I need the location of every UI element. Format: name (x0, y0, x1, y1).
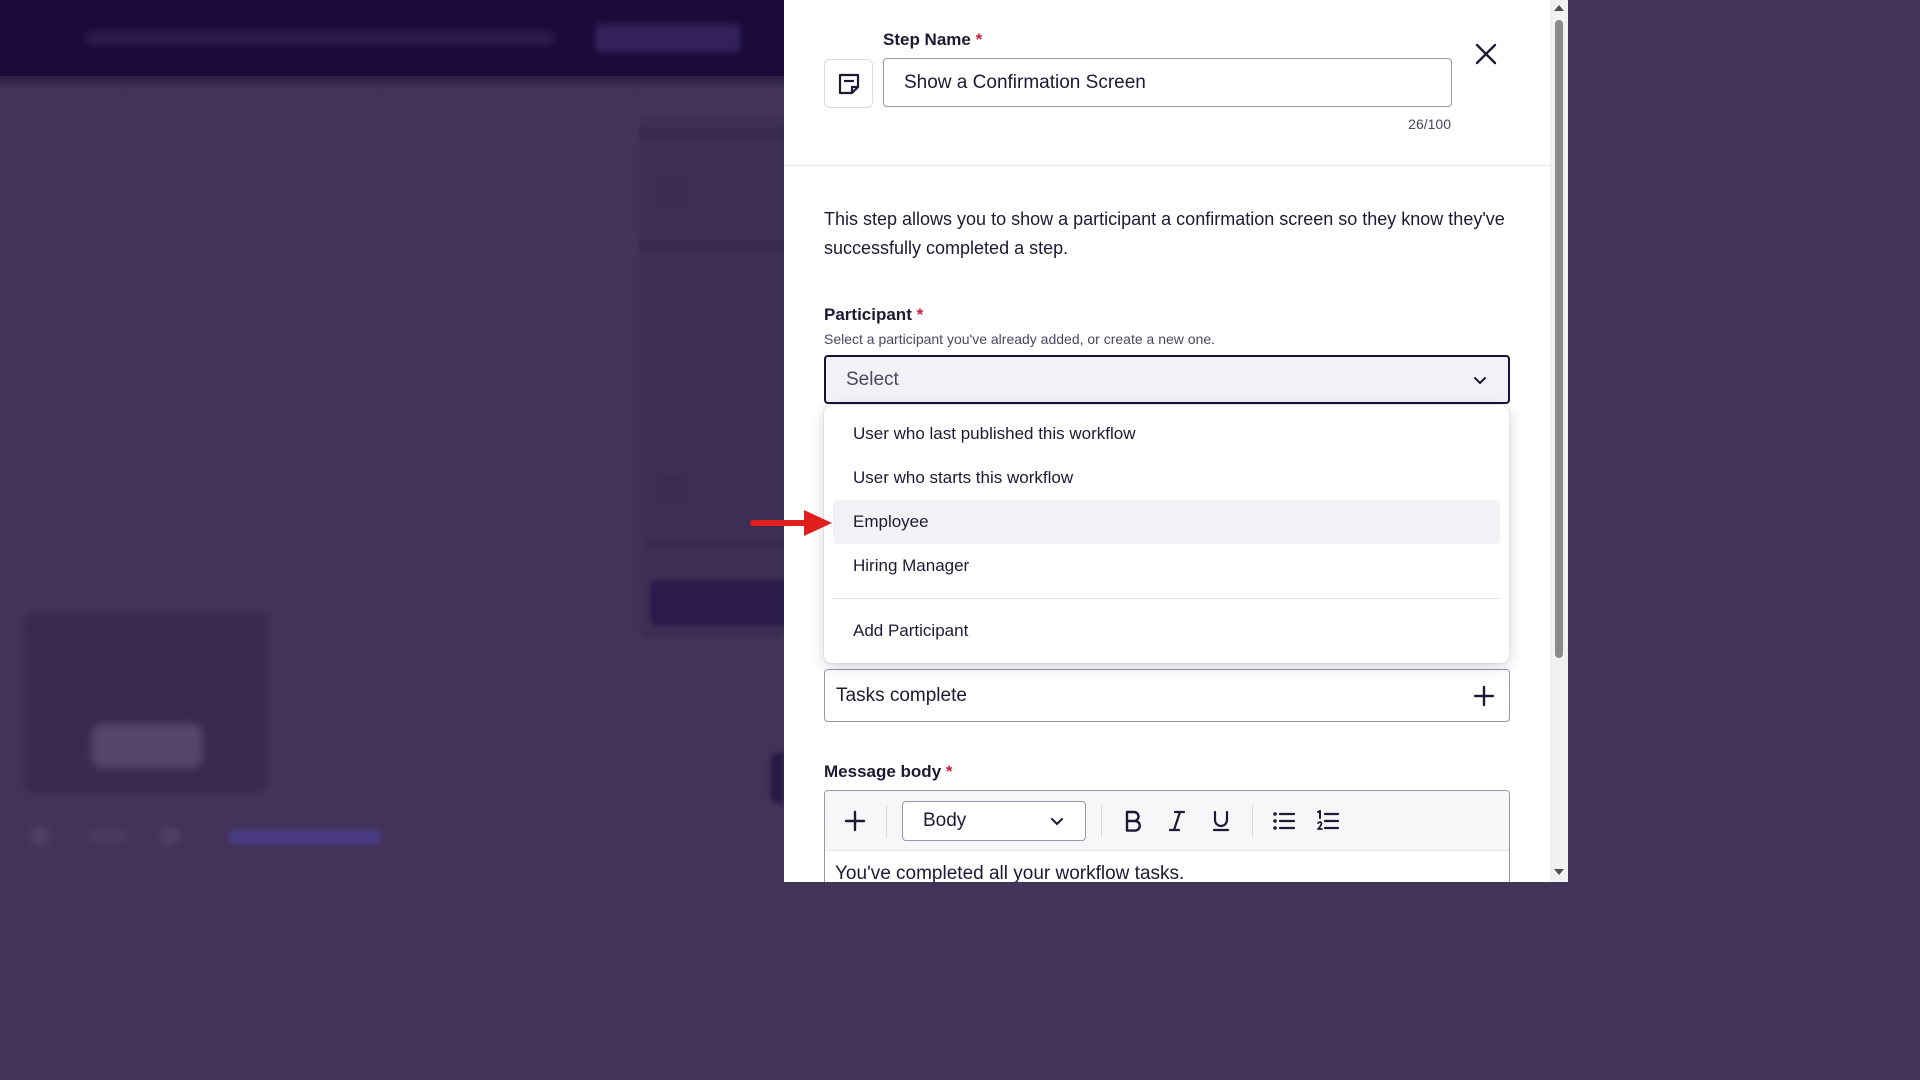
numbered-list-button[interactable] (1312, 805, 1344, 837)
drawer-scrollbar[interactable] (1550, 0, 1568, 882)
participant-dropdown-menu: User who last published this workflow Us… (824, 405, 1509, 663)
underline-button[interactable] (1205, 805, 1237, 837)
participant-select[interactable]: Select (824, 355, 1510, 404)
required-marker: * (975, 30, 983, 49)
participant-label-text: Participant (824, 305, 912, 324)
italic-icon (1168, 810, 1186, 831)
underline-icon (1212, 810, 1230, 831)
character-count: 26/100 (1408, 116, 1451, 132)
participant-label: Participant * (824, 305, 923, 325)
background-panel-button (92, 724, 202, 768)
background-side-button (770, 752, 784, 804)
toolbar-divider (886, 804, 887, 837)
toolbar-divider (1101, 804, 1102, 837)
tasks-complete-label: Tasks complete (836, 684, 967, 706)
step-type-icon-box (824, 59, 873, 108)
step-description: This step allows you to show a participa… (824, 209, 1505, 258)
bold-button[interactable] (1117, 805, 1149, 837)
required-marker: * (945, 762, 953, 781)
message-body-label: Message body * (824, 762, 953, 782)
tasks-complete-row[interactable]: Tasks complete (824, 669, 1510, 722)
numbered-list-icon (1317, 809, 1340, 830)
participant-select-value: Select (846, 368, 899, 390)
step-name-input[interactable] (883, 58, 1452, 107)
participant-option[interactable]: Hiring Manager (833, 544, 1500, 588)
add-tasks-button[interactable] (1470, 682, 1498, 710)
background-line (640, 240, 784, 250)
close-button[interactable] (1470, 38, 1502, 70)
chevron-down-icon (1474, 376, 1486, 384)
message-body-editor: Body You've completed all your workflow … (824, 790, 1510, 882)
text-style-value: Body (923, 809, 967, 831)
scrollbar-thumb[interactable] (1555, 20, 1563, 658)
scroll-up-arrow-icon[interactable] (1554, 5, 1564, 11)
message-body-content[interactable]: You've completed all your workflow tasks… (825, 851, 1509, 882)
plus-icon (844, 810, 866, 831)
bold-icon (1125, 810, 1141, 832)
scroll-down-arrow-icon[interactable] (1554, 869, 1564, 875)
step-drawer: Step Name * 26/100 This step allows you … (784, 0, 1568, 882)
background-footer-icon (160, 826, 180, 846)
background-topbar-shadow (0, 76, 784, 90)
participant-help-text: Select a participant you've already adde… (824, 331, 1216, 347)
participant-option[interactable]: User who last published this workflow (833, 412, 1500, 456)
background-circle (658, 176, 688, 206)
background-line (640, 128, 784, 138)
background-topbar-button (595, 24, 740, 52)
bullet-list-icon (1273, 811, 1296, 830)
required-marker: * (916, 305, 924, 324)
add-participant-option[interactable]: Add Participant (833, 609, 1500, 653)
italic-button[interactable] (1161, 805, 1193, 837)
background-footer-link (228, 830, 382, 844)
close-icon (1475, 43, 1497, 65)
annotation-arrow-icon (750, 510, 832, 536)
step-name-label: Step Name * (883, 30, 982, 50)
text-style-select[interactable]: Body (902, 800, 1086, 841)
participant-option[interactable]: User who starts this workflow (833, 456, 1500, 500)
insert-button[interactable] (839, 805, 871, 837)
background-footer-icon (30, 826, 50, 846)
note-icon (838, 73, 859, 94)
background-app-overlay (0, 0, 784, 882)
background-circle (656, 476, 686, 506)
background-footer-text (88, 830, 128, 842)
plus-icon (1473, 685, 1495, 706)
message-body-label-text: Message body (824, 762, 942, 781)
dropdown-divider (833, 598, 1500, 599)
toolbar-divider (1252, 804, 1253, 837)
bullet-list-button[interactable] (1268, 805, 1300, 837)
chevron-down-icon (1051, 817, 1063, 825)
background-topbar-text (85, 30, 555, 46)
step-name-label-text: Step Name (883, 30, 971, 49)
participant-option-highlighted[interactable]: Employee (833, 500, 1500, 544)
background-line (646, 540, 784, 548)
drawer-header: Step Name * 26/100 (784, 0, 1550, 166)
background-dark-button (650, 580, 784, 626)
editor-toolbar: Body (825, 791, 1509, 851)
